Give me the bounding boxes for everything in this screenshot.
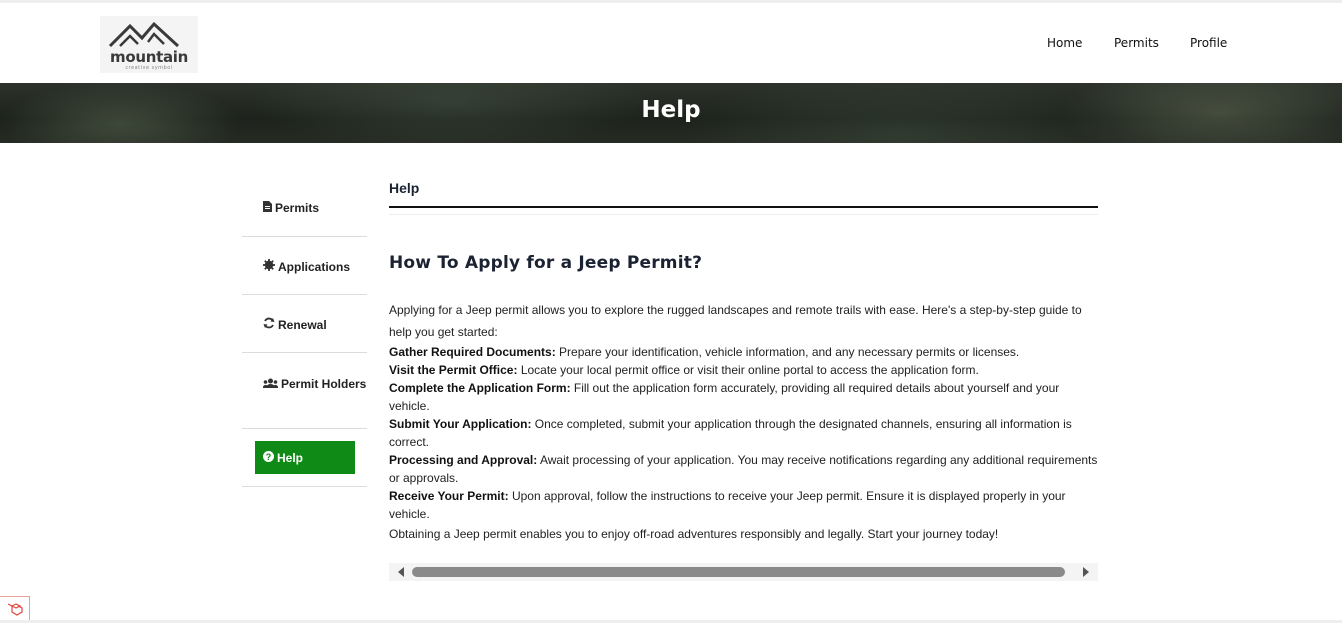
step-title: Complete the Application Form: <box>389 381 571 395</box>
step-item: Complete the Application Form: Fill out … <box>389 379 1098 415</box>
mountain-logo-icon <box>108 21 180 48</box>
page-title: Help <box>641 97 701 123</box>
step-item: Visit the Permit Office: Locate your loc… <box>389 361 1098 379</box>
sidebar-item-label: Applications <box>278 260 351 274</box>
article-title: How To Apply for a Jeep Permit? <box>389 253 703 273</box>
svg-text:?: ? <box>266 452 272 462</box>
sidebar-item-label: Permit Holders <box>281 377 367 391</box>
logo-wordmark: mountain <box>109 48 188 66</box>
sidebar-item-permits[interactable]: Permits <box>242 180 367 237</box>
file-icon <box>263 201 272 215</box>
heading-divider <box>389 206 1098 208</box>
heading-divider-light <box>389 214 1098 215</box>
site-header: mountain creative symbol Home Permits Pr… <box>0 3 1342 83</box>
sidebar-item-label: Renewal <box>278 318 327 332</box>
framework-badge[interactable] <box>0 596 30 621</box>
step-text: Prepare your identification, vehicle inf… <box>555 345 1020 359</box>
step-title: Submit Your Application: <box>389 417 532 431</box>
article-outro: Obtaining a Jeep permit enables you to e… <box>389 527 999 541</box>
main-content: Help How To Apply for a Jeep Permit? App… <box>389 178 1098 541</box>
nav-profile[interactable]: Profile <box>1190 36 1227 50</box>
step-title: Receive Your Permit: <box>389 489 509 503</box>
scrollbar-thumb[interactable] <box>412 567 1065 577</box>
section-heading: Help <box>389 180 420 196</box>
scroll-left-arrow-icon[interactable] <box>398 567 404 577</box>
step-text: Locate your local permit office or visit… <box>517 363 979 377</box>
step-title: Processing and Approval: <box>389 453 538 467</box>
sidebar-item-renewal[interactable]: Renewal <box>242 295 367 353</box>
article-body: Applying for a Jeep permit allows you to… <box>389 299 1098 543</box>
nav-home[interactable]: Home <box>1047 36 1082 50</box>
users-icon <box>262 375 279 393</box>
sidebar-item-help[interactable]: ? Help <box>242 429 367 487</box>
logo-tagline: creative symbol <box>125 65 173 71</box>
sidebar-item-label: Help <box>277 451 304 465</box>
step-title: Visit the Permit Office: <box>389 363 518 377</box>
refresh-icon <box>263 317 275 332</box>
help-active-button[interactable]: ? Help <box>255 441 355 474</box>
scroll-right-arrow-icon[interactable] <box>1083 567 1089 577</box>
sidebar-item-applications[interactable]: Applications <box>242 237 367 295</box>
horizontal-scrollbar[interactable] <box>389 563 1098 581</box>
step-item: Submit Your Application: Once completed,… <box>389 415 1098 451</box>
logo[interactable]: mountain creative symbol <box>100 16 198 73</box>
nav-permits[interactable]: Permits <box>1114 36 1159 50</box>
laravel-icon <box>7 603 23 616</box>
step-item: Processing and Approval: Await processin… <box>389 451 1098 487</box>
sidebar-item-permit-holders[interactable]: Permit Holders <box>242 353 367 429</box>
question-circle-icon: ? <box>263 451 274 465</box>
sidebar: Permits Applications Renewal Permit Hold… <box>242 180 367 487</box>
article-intro: Applying for a Jeep permit allows you to… <box>389 303 1082 339</box>
gear-icon <box>263 259 275 274</box>
step-item: Receive Your Permit: Upon approval, foll… <box>389 487 1098 523</box>
step-title: Gather Required Documents: <box>389 345 556 359</box>
step-item: Gather Required Documents: Prepare your … <box>389 343 1098 361</box>
sidebar-item-label: Permits <box>275 201 320 215</box>
page-banner: Help <box>0 83 1342 143</box>
